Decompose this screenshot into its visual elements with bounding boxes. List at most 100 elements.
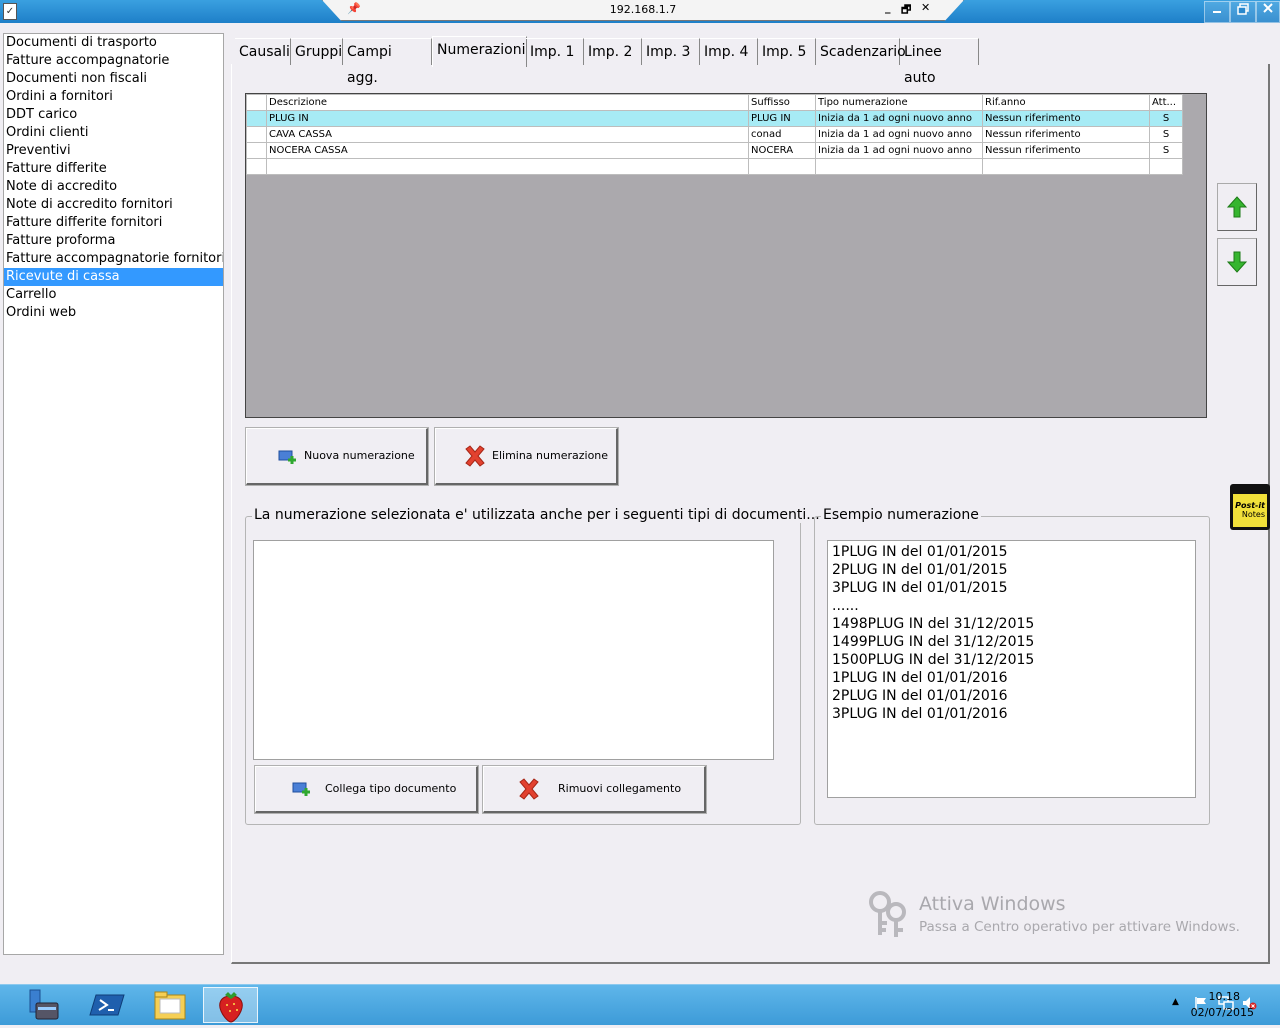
tab-imp-4[interactable]: Imp. 4 [700,38,758,65]
doc-type-item[interactable]: Preventivi [4,142,223,160]
grid-cell[interactable]: Inizia da 1 ad ogni nuovo anno [815,110,983,127]
doc-type-item[interactable]: Fatture accompagnatorie [4,52,223,70]
tab-imp-2[interactable]: Imp. 2 [584,38,642,65]
minimize-button[interactable] [1204,1,1230,23]
doc-type-item[interactable]: DDT carico [4,106,223,124]
tab-imp-3[interactable]: Imp. 3 [642,38,700,65]
grid-row[interactable]: NOCERA CASSA NOCERA Inizia da 1 ad ogni nu… [246,142,1183,159]
tab-linee-auto[interactable]: Linee auto [900,38,979,86]
link-doc-type-label: Collega tipo documento [325,782,457,795]
new-numbering-button[interactable]: Nuova numerazione [245,427,429,486]
tab-numerazioni[interactable]: Numerazioni [432,36,527,67]
grid-cell[interactable] [815,158,983,175]
grid-cell[interactable] [982,158,1150,175]
grid-cell[interactable]: Nessun riferimento [982,126,1150,143]
grid-column-header[interactable]: Att... [1149,94,1183,111]
delete-x-icon [465,445,485,467]
restore-button[interactable] [1230,1,1256,23]
tab-causali[interactable]: Causali [235,38,291,65]
linked-doc-types-list[interactable] [253,540,774,760]
doc-type-item[interactable]: Carrello [4,286,223,304]
grid-cell[interactable]: conad [748,126,816,143]
key-icon [869,891,906,937]
numbering-example-group: Esempio numerazione 1PLUG IN del 01/01/2… [814,507,1210,825]
new-numbering-label: Nuova numerazione [304,449,415,462]
tab-scadenzario[interactable]: Scadenzario [816,38,906,65]
grid-cell[interactable]: PLUG IN [266,110,749,127]
grid-row-header[interactable] [246,126,267,143]
grid-cell[interactable]: PLUG IN [748,110,816,127]
doc-type-item[interactable]: Fatture differite fornitori [4,214,223,232]
document-type-list[interactable]: Documenti di trasporto Fatture accompagna… [3,33,224,955]
clock-time[interactable]: 10.18 [1209,990,1241,1003]
grid-cell[interactable]: Nessun riferimento [982,110,1150,127]
example-line: 1498PLUG IN del 31/12/2015 [832,616,1035,632]
grid-cell[interactable]: S [1149,142,1183,159]
grid-cell[interactable] [748,158,816,175]
doc-type-item[interactable]: Documenti non fiscali [4,70,223,88]
taskbar-powershell[interactable] [80,987,135,1023]
grid-column-header[interactable]: Suffisso [748,94,816,111]
doc-type-item[interactable]: Ordini web [4,304,223,322]
numbering-grid-area[interactable]: Descrizione Suffisso Tipo numerazione Rif.a… [245,93,1207,418]
arrow-up-icon [1227,196,1247,218]
delete-numbering-button[interactable]: Elimina numerazione [434,427,619,486]
rdp-restore-button[interactable]: 🗗 [901,1,911,20]
folder-icon [154,991,186,1020]
rdp-close-button[interactable]: ✕ [921,1,930,14]
doc-type-item[interactable]: Fatture accompagnatorie fornitori [4,250,223,268]
grid-cell[interactable]: CAVA CASSA [266,126,749,143]
grid-cell[interactable] [246,158,267,175]
move-up-button[interactable] [1217,183,1257,231]
grid-cell[interactable]: Inizia da 1 ad ogni nuovo anno [815,126,983,143]
grid-new-row[interactable] [246,158,1183,175]
doc-type-item[interactable]: Note di accredito fornitori [4,196,223,214]
post-it-notes-widget[interactable]: Post-it Notes [1230,484,1270,530]
rdp-minimize-button[interactable]: _ [885,1,891,14]
taskbar-active-app[interactable] [203,987,258,1023]
restore-icon [1237,3,1249,15]
close-button[interactable] [1256,1,1280,23]
grid-column-header[interactable]: Rif.anno [982,94,1150,111]
taskbar-file-explorer[interactable] [143,987,198,1023]
taskbar-server-manager[interactable] [22,987,77,1023]
doc-type-item[interactable]: Note di accredito [4,178,223,196]
example-line: 3PLUG IN del 01/01/2016 [832,706,1008,722]
tab-campi-agg[interactable]: Campi agg. [343,38,432,86]
doc-type-item[interactable]: Ordini a fornitori [4,88,223,106]
grid-cell[interactable]: Nessun riferimento [982,142,1150,159]
tab-imp-1[interactable]: Imp. 1 [526,38,584,65]
grid-row[interactable]: PLUG IN PLUG IN Inizia da 1 ad ogni nuovo … [246,110,1183,127]
doc-type-item[interactable]: Ordini clienti [4,124,223,142]
numbering-example-title: Esempio numerazione [821,507,981,523]
grid-cell[interactable]: Inizia da 1 ad ogni nuovo anno [815,142,983,159]
grid-corner-cell [246,94,267,111]
remove-link-button[interactable]: Rimuovi collegamento [482,765,707,814]
grid-cell[interactable]: NOCERA CASSA [266,142,749,159]
grid-column-header[interactable]: Descrizione [266,94,749,111]
grid-column-header[interactable]: Tipo numerazione [815,94,983,111]
grid-cell[interactable] [266,158,749,175]
grid-cell[interactable]: NOCERA [748,142,816,159]
link-doc-type-button[interactable]: Collega tipo documento [254,765,479,814]
tab-gruppi[interactable]: Gruppi [291,38,343,65]
doc-type-item[interactable]: Fatture proforma [4,232,223,250]
example-line: 2PLUG IN del 01/01/2016 [832,688,1008,704]
doc-type-item[interactable]: Fatture differite [4,160,223,178]
numbering-grid[interactable]: Descrizione Suffisso Tipo numerazione Rif.a… [246,94,1183,175]
grid-cell[interactable] [1149,158,1183,175]
move-down-button[interactable] [1217,238,1257,286]
grid-cell[interactable]: S [1149,110,1183,127]
delete-x-icon [519,778,539,800]
clock-date[interactable]: 02/07/2015 [1191,1006,1254,1019]
activation-watermark: Attiva Windows Passa a Centro operativo … [866,890,1240,944]
app-icon[interactable]: ✓ [3,3,17,20]
tab-imp-5[interactable]: Imp. 5 [758,38,816,65]
grid-row[interactable]: CAVA CASSA conad Inizia da 1 ad ogni nuovo… [246,126,1183,143]
doc-type-item[interactable]: Ricevute di cassa [4,268,223,286]
grid-cell[interactable]: S [1149,126,1183,143]
tray-expand-icon[interactable]: ▲ [1172,997,1179,1007]
grid-row-header[interactable] [246,110,267,127]
doc-type-item[interactable]: Documenti di trasporto [4,34,223,52]
grid-row-header[interactable] [246,142,267,159]
